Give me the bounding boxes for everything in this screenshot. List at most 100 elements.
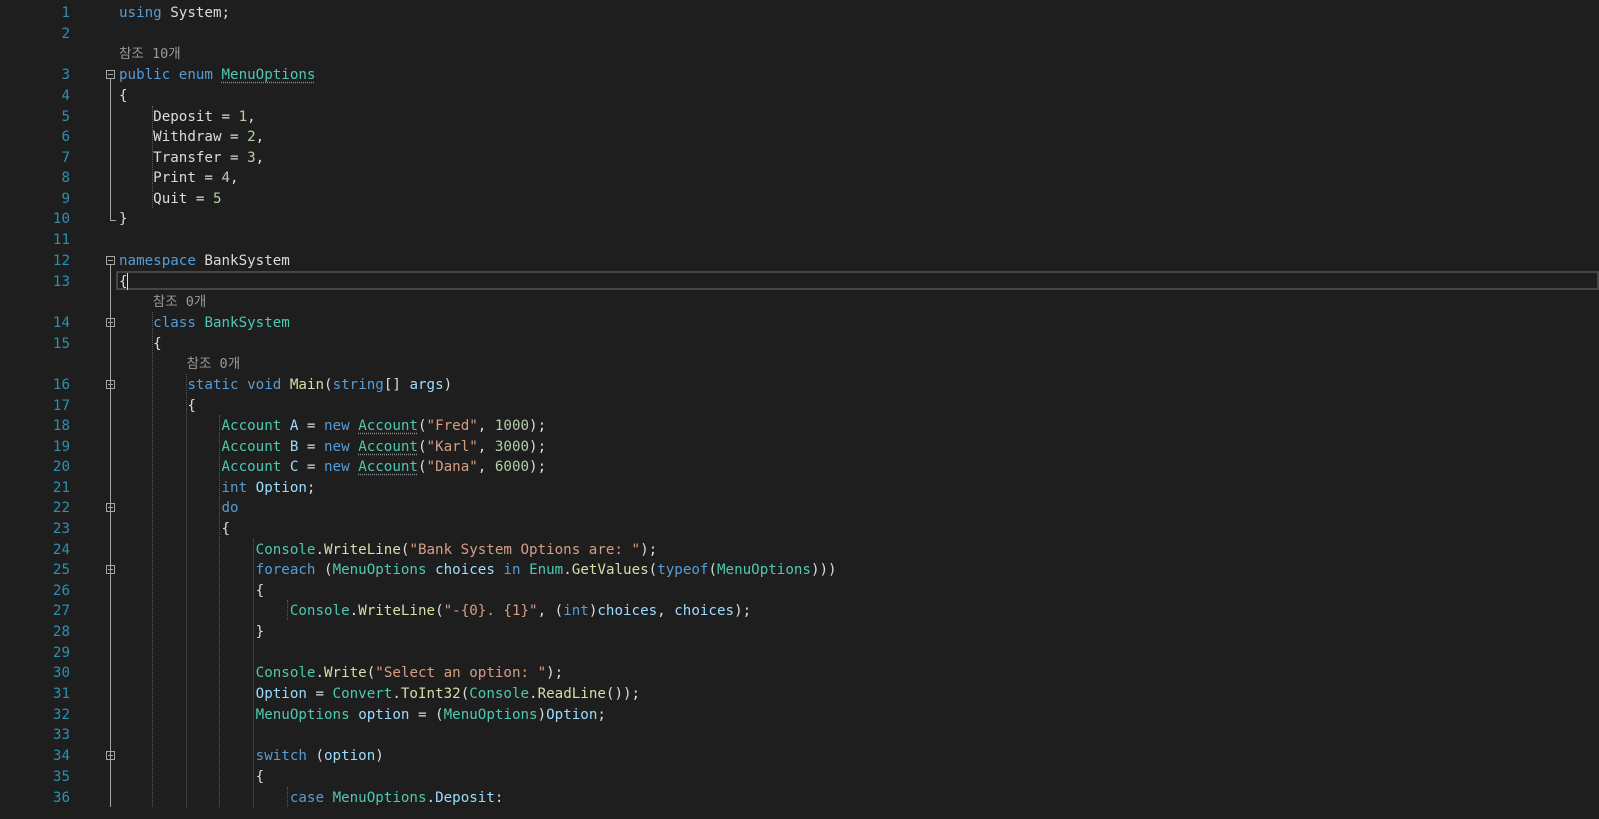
code-line[interactable]: 36 case MenuOptions.Deposit: (0, 787, 1599, 807)
code-token: Account (358, 418, 418, 434)
line-content[interactable]: foreach (MenuOptions choices in Enum.Get… (119, 560, 837, 580)
code-line[interactable]: 24 Console.WriteLine("Bank System Option… (0, 539, 1599, 559)
line-content[interactable]: Account B = new Account("Karl", 3000); (119, 437, 547, 457)
line-content[interactable]: Deposit = 1, (119, 107, 256, 127)
line-content[interactable]: switch (option) (119, 746, 384, 766)
code-line[interactable]: 27 Console.WriteLine("-{0}. {1}", (int)c… (0, 600, 1599, 620)
line-number: 22 (52, 500, 70, 516)
line-content[interactable]: public enum MenuOptions (119, 65, 315, 85)
line-content[interactable]: { (119, 767, 265, 787)
line-content[interactable]: Console.Write("Select an option: "); (119, 663, 564, 683)
code-line[interactable]: 15 { (0, 333, 1599, 353)
code-line[interactable]: 33 (0, 724, 1599, 744)
line-content[interactable]: namespace BankSystem (119, 251, 290, 271)
code-line[interactable]: 20 Account C = new Account("Dana", 6000)… (0, 456, 1599, 476)
code-token: } (119, 211, 128, 227)
codelens-text[interactable]: 참조 0개 (153, 292, 207, 312)
code-line[interactable]: 10} (0, 208, 1599, 228)
line-content[interactable]: Transfer = 3, (119, 148, 264, 168)
code-token: , (477, 418, 495, 434)
code-editor[interactable]: 1 using System; 2 3 public enum MenuOptions 4… (0, 0, 1599, 819)
line-content[interactable]: Console.WriteLine("-{0}. {1}", (int)choi… (119, 601, 751, 621)
line-number: 33 (52, 727, 70, 743)
line-content[interactable]: } (119, 209, 128, 229)
code-token: 1000 (494, 418, 530, 434)
code-line[interactable]: 9 Quit = 5 (0, 188, 1599, 208)
code-line[interactable]: 7 Transfer = 3, (0, 147, 1599, 167)
code-token: { (119, 521, 231, 537)
line-number: 9 (61, 191, 70, 207)
line-content[interactable]: { (119, 272, 128, 292)
code-line[interactable]: 12 namespace BankSystem (0, 250, 1599, 270)
code-token: ); (529, 459, 547, 475)
codelens-reference-count[interactable]: 참조 0개 (0, 353, 1599, 373)
code-token: Convert (332, 686, 393, 702)
code-line[interactable]: 14 class BankSystem (0, 312, 1599, 332)
line-content[interactable]: static void Main(string[] args) (119, 375, 452, 395)
line-content[interactable]: case MenuOptions.Deposit: (119, 788, 504, 808)
code-line[interactable]: 4{ (0, 85, 1599, 105)
code-line[interactable]: 29 (0, 642, 1599, 662)
code-line[interactable]: 22 do (0, 497, 1599, 517)
code-line[interactable]: 5 Deposit = 1, (0, 106, 1599, 126)
codelens-reference-count[interactable]: 참조 0개 (0, 291, 1599, 311)
line-content[interactable]: int Option; (119, 478, 316, 498)
line-content[interactable]: Account C = new Account("Dana", 6000); (119, 457, 547, 477)
line-content[interactable]: { (119, 519, 230, 539)
line-content[interactable]: { (119, 396, 196, 416)
line-number: 25 (52, 562, 70, 578)
line-content[interactable]: Quit = 5 (119, 189, 221, 209)
code-token: , (255, 129, 265, 145)
code-token: = (298, 459, 325, 475)
line-content[interactable]: Account A = new Account("Fred", 1000); (119, 416, 547, 436)
code-line[interactable]: 30 Console.Write("Select an option: "); (0, 662, 1599, 682)
code-line[interactable]: 19 Account B = new Account("Karl", 3000)… (0, 436, 1599, 456)
code-token: "Dana" (426, 459, 478, 475)
code-line[interactable]: 1 using System; (0, 2, 1599, 22)
code-line[interactable]: 35 { (0, 766, 1599, 786)
code-line[interactable]: 31 Option = Convert.ToInt32(Console.Read… (0, 683, 1599, 703)
line-number: 18 (52, 418, 70, 434)
code-line[interactable]: 2 (0, 23, 1599, 43)
code-line[interactable]: 3 public enum MenuOptions (0, 64, 1599, 84)
line-content[interactable]: } (119, 622, 265, 642)
line-content[interactable]: do (119, 498, 239, 518)
line-content[interactable]: Console.WriteLine("Bank System Options a… (119, 540, 657, 560)
code-line[interactable]: 32 MenuOptions option = (MenuOptions)Opt… (0, 704, 1599, 724)
line-number: 26 (52, 583, 70, 599)
code-token: do (221, 500, 239, 516)
code-line[interactable]: 26 { (0, 580, 1599, 600)
line-number: 24 (52, 542, 70, 558)
code-line[interactable]: 25 foreach (MenuOptions choices in Enum.… (0, 559, 1599, 579)
code-line[interactable]: 13 { (0, 271, 1599, 291)
code-line[interactable]: 17 { (0, 395, 1599, 415)
code-line[interactable]: 28 } (0, 621, 1599, 641)
code-token: ReadLine (537, 686, 606, 702)
line-content[interactable]: { (119, 334, 162, 354)
line-number: 23 (52, 521, 70, 537)
codelens-text[interactable]: 참조 10개 (119, 44, 181, 64)
line-content[interactable]: Print = 4, (119, 168, 238, 188)
line-content[interactable]: { (119, 581, 265, 601)
code-token: Option (546, 707, 598, 723)
code-line[interactable]: 16 static void Main(string[] args) (0, 374, 1599, 394)
code-line[interactable]: 6 Withdraw = 2, (0, 126, 1599, 146)
line-content[interactable]: Option = Convert.ToInt32(Console.ReadLin… (119, 684, 640, 704)
code-line[interactable]: 34 switch (option) (0, 745, 1599, 765)
line-content[interactable]: Withdraw = 2, (119, 127, 264, 147)
line-content[interactable]: MenuOptions option = (MenuOptions)Option… (119, 705, 606, 725)
line-content[interactable]: using System; (119, 3, 230, 23)
code-line[interactable]: 8 Print = 4, (0, 167, 1599, 187)
code-line[interactable]: 21 int Option; (0, 477, 1599, 497)
codelens-text[interactable]: 참조 0개 (187, 354, 241, 374)
code-token: option (358, 707, 410, 723)
line-content[interactable]: class BankSystem (119, 313, 290, 333)
code-line[interactable]: 18 Account A = new Account("Fred", 1000)… (0, 415, 1599, 435)
line-content[interactable]: { (119, 86, 128, 106)
code-token: { (119, 769, 265, 785)
code-line[interactable]: 11 (0, 229, 1599, 249)
codelens-reference-count[interactable]: 참조 10개 (0, 43, 1599, 63)
code-line[interactable]: 23 { (0, 518, 1599, 538)
